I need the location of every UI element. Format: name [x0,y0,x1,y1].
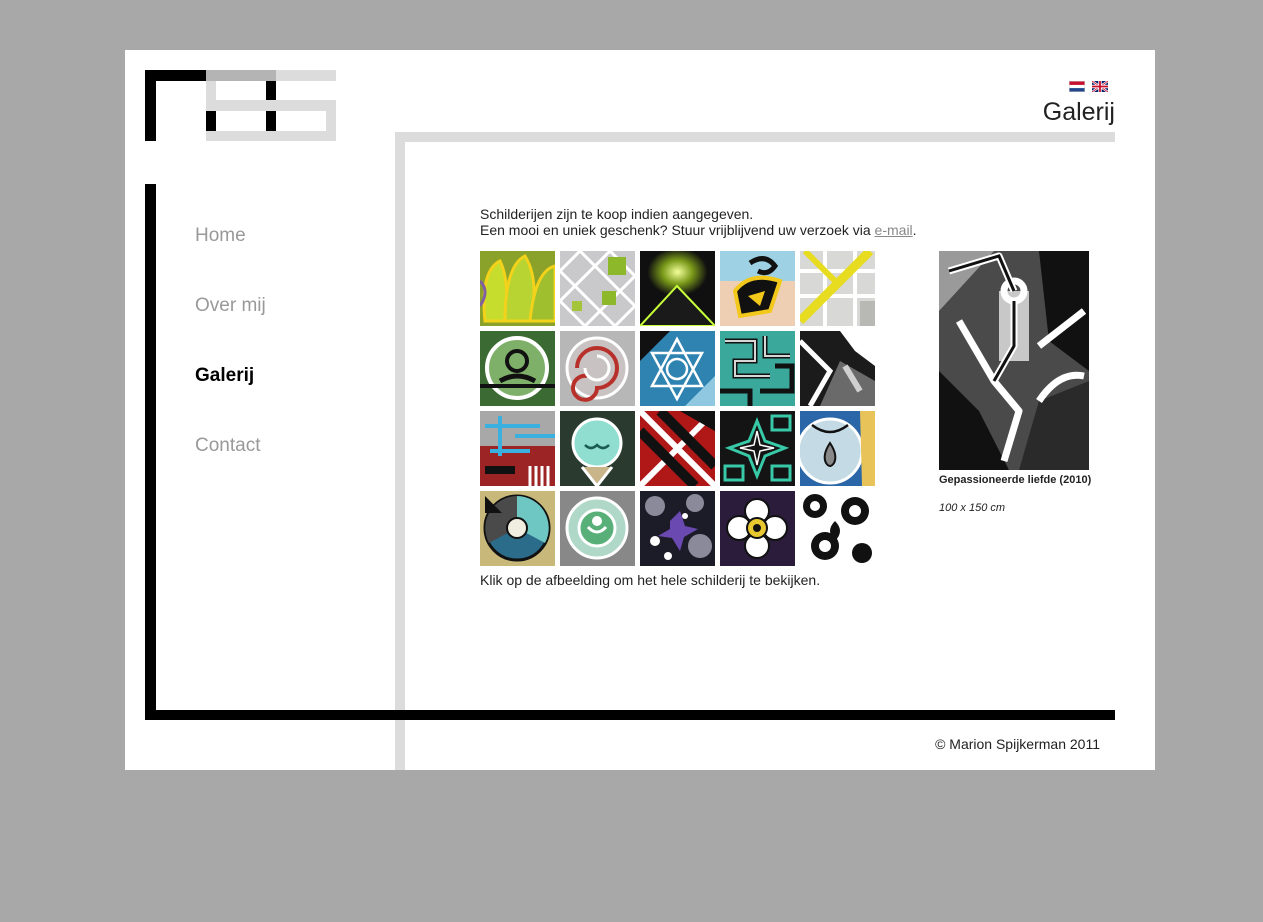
thumbnail-grid [480,251,880,571]
nav-item-over-mij[interactable]: Over mij [195,295,266,317]
painting-thumbnail[interactable] [720,251,795,326]
painting-thumbnail[interactable] [720,491,795,566]
painting-thumbnail[interactable] [560,331,635,406]
painting-thumbnail[interactable] [640,331,715,406]
painting-thumbnail[interactable] [720,331,795,406]
intro-line-2-end: . [912,222,917,238]
painting-thumbnail[interactable] [800,411,875,486]
frame-grey-top [395,132,1115,142]
frame-black-left [145,184,156,720]
page-title: Galerij [1042,98,1115,126]
painting-thumbnail[interactable] [640,491,715,566]
copyright: © Marion Spijkerman 2011 [935,736,1100,752]
intro-line-1: Schilderijen zijn te koop indien aangege… [480,206,754,222]
painting-thumbnail[interactable] [480,331,555,406]
painting-thumbnail[interactable] [640,411,715,486]
painting-thumbnail[interactable] [560,491,635,566]
flag-en-icon[interactable] [1092,81,1108,92]
painting-thumbnail[interactable] [480,251,555,326]
frame-black-bottom [145,710,1115,720]
frame-grey-left [395,132,405,770]
painting-thumbnail[interactable] [560,411,635,486]
email-link[interactable]: e-mail [875,222,913,238]
painting-thumbnail[interactable] [640,251,715,326]
flag-nl-icon[interactable] [1069,81,1085,92]
nav-item-galerij[interactable]: Galerij [195,365,254,387]
featured-painting[interactable] [939,251,1089,470]
featured-size: 100 x 150 cm [939,502,1006,514]
painting-thumbnail[interactable] [800,251,875,326]
intro-line-2-text: Een mooi en uniek geschenk? Stuur vrijbl… [480,222,875,238]
featured-title: Gepassioneerde liefde (2010) [939,474,1092,486]
painting-thumbnail[interactable] [480,411,555,486]
intro-line-2: Een mooi en uniek geschenk? Stuur vrijbl… [480,222,917,238]
painting-thumbnail[interactable] [480,491,555,566]
painting-thumbnail[interactable] [800,331,875,406]
painting-thumbnail[interactable] [720,411,795,486]
painting-thumbnail[interactable] [560,251,635,326]
ms-logo-icon[interactable] [145,70,336,141]
nav-item-contact[interactable]: Contact [195,435,260,457]
intro-text: Schilderijen zijn te koop indien aangege… [480,206,917,238]
page-container: Galerij Home Over mij Galerij Contact Sc… [125,50,1155,770]
nav-item-home[interactable]: Home [195,225,246,247]
gallery-hint: Klik op de afbeelding om het hele schild… [480,572,821,588]
painting-thumbnail[interactable] [800,491,875,566]
